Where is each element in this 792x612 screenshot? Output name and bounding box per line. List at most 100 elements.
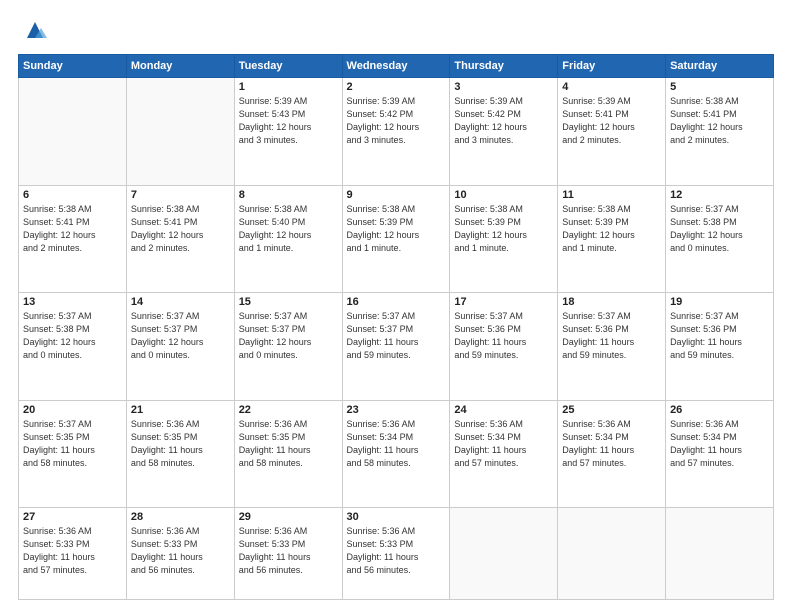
calendar-cell: 29 Sunrise: 5:36 AM Sunset: 5:33 PM Dayli… xyxy=(234,508,342,600)
day-detail: Sunrise: 5:39 AM Sunset: 5:41 PM Dayligh… xyxy=(562,95,661,147)
calendar-cell: 28Sunrise: 5:36 AM Sunset: 5:33 PM Dayli… xyxy=(126,508,234,600)
day-detail: Sunrise: 5:36 AM Sunset: 5:34 PM Dayligh… xyxy=(562,418,661,470)
weekday-header-monday: Monday xyxy=(126,55,234,78)
weekday-header-row: SundayMondayTuesdayWednesdayThursdayFrid… xyxy=(19,55,774,78)
calendar-cell: 23 Sunrise: 5:36 AM Sunset: 5:34 PM Dayli… xyxy=(342,400,450,508)
day-number: 13 xyxy=(23,296,122,308)
calendar-cell: 20 Sunrise: 5:37 AM Sunset: 5:35 PM Dayli… xyxy=(19,400,127,508)
day-detail: Sunrise: 5:37 AM Sunset: 5:36 PM Dayligh… xyxy=(454,310,553,362)
calendar-cell: 25 Sunrise: 5:36 AM Sunset: 5:34 PM Dayli… xyxy=(558,400,666,508)
calendar-cell: 13 Sunrise: 5:37 AM Sunset: 5:38 PM Dayli… xyxy=(19,293,127,401)
day-detail: Sunrise: 5:38 AM Sunset: 5:41 PM Dayligh… xyxy=(23,203,122,255)
day-number: 9 xyxy=(347,189,446,201)
calendar-cell: 11 Sunrise: 5:38 AM Sunset: 5:39 PM Dayli… xyxy=(558,185,666,293)
weekday-header-friday: Friday xyxy=(558,55,666,78)
calendar-cell: 16Sunrise: 5:37 AM Sunset: 5:37 PM Dayli… xyxy=(342,293,450,401)
day-detail: Sunrise: 5:36 AM Sunset: 5:35 PM Dayligh… xyxy=(239,418,338,470)
calendar-cell: 15 Sunrise: 5:37 AM Sunset: 5:37 PM Dayli… xyxy=(234,293,342,401)
calendar-cell: 30 Sunrise: 5:36 AM Sunset: 5:33 PM Dayli… xyxy=(342,508,450,600)
day-number: 23 xyxy=(347,404,446,416)
day-detail: Sunrise: 5:36 AM Sunset: 5:34 PM Dayligh… xyxy=(347,418,446,470)
calendar-cell: 9 Sunrise: 5:38 AM Sunset: 5:39 PM Daylig… xyxy=(342,185,450,293)
calendar-cell xyxy=(666,508,774,600)
day-number: 21 xyxy=(131,404,230,416)
weekday-header-tuesday: Tuesday xyxy=(234,55,342,78)
day-detail: Sunrise: 5:37 AM Sunset: 5:37 PM Dayligh… xyxy=(131,310,230,362)
calendar-table: SundayMondayTuesdayWednesdayThursdayFrid… xyxy=(18,54,774,600)
calendar-cell: 26 Sunrise: 5:36 AM Sunset: 5:34 PM Dayli… xyxy=(666,400,774,508)
day-detail: Sunrise: 5:39 AM Sunset: 5:43 PM Dayligh… xyxy=(239,95,338,147)
weekday-header-saturday: Saturday xyxy=(666,55,774,78)
day-number: 2 xyxy=(347,81,446,93)
calendar-cell: 10 Sunrise: 5:38 AM Sunset: 5:39 PM Dayli… xyxy=(450,185,558,293)
day-number: 20 xyxy=(23,404,122,416)
calendar-cell xyxy=(558,508,666,600)
day-number: 28 xyxy=(131,511,230,523)
calendar-cell: 5Sunrise: 5:38 AM Sunset: 5:41 PM Daylig… xyxy=(666,78,774,186)
calendar-cell: 22 Sunrise: 5:36 AM Sunset: 5:35 PM Dayli… xyxy=(234,400,342,508)
day-detail: Sunrise: 5:36 AM Sunset: 5:33 PM Dayligh… xyxy=(23,525,122,577)
day-number: 3 xyxy=(454,81,553,93)
calendar-cell xyxy=(19,78,127,186)
calendar-cell: 27 Sunrise: 5:36 AM Sunset: 5:33 PM Dayli… xyxy=(19,508,127,600)
day-number: 17 xyxy=(454,296,553,308)
day-number: 12 xyxy=(670,189,769,201)
day-detail: Sunrise: 5:39 AM Sunset: 5:42 PM Dayligh… xyxy=(347,95,446,147)
day-detail: Sunrise: 5:37 AM Sunset: 5:36 PM Dayligh… xyxy=(670,310,769,362)
calendar-cell: 17 Sunrise: 5:37 AM Sunset: 5:36 PM Dayli… xyxy=(450,293,558,401)
day-number: 24 xyxy=(454,404,553,416)
day-detail: Sunrise: 5:38 AM Sunset: 5:40 PM Dayligh… xyxy=(239,203,338,255)
day-detail: Sunrise: 5:37 AM Sunset: 5:37 PM Dayligh… xyxy=(239,310,338,362)
weekday-header-thursday: Thursday xyxy=(450,55,558,78)
day-number: 26 xyxy=(670,404,769,416)
calendar-cell xyxy=(450,508,558,600)
day-number: 25 xyxy=(562,404,661,416)
day-number: 19 xyxy=(670,296,769,308)
day-detail: Sunrise: 5:38 AM Sunset: 5:39 PM Dayligh… xyxy=(454,203,553,255)
day-number: 5 xyxy=(670,81,769,93)
calendar-cell: 18 Sunrise: 5:37 AM Sunset: 5:36 PM Dayli… xyxy=(558,293,666,401)
day-number: 1 xyxy=(239,81,338,93)
day-number: 10 xyxy=(454,189,553,201)
calendar-cell: 19 Sunrise: 5:37 AM Sunset: 5:36 PM Dayli… xyxy=(666,293,774,401)
header xyxy=(18,18,774,44)
day-number: 15 xyxy=(239,296,338,308)
calendar-cell: 6 Sunrise: 5:38 AM Sunset: 5:41 PM Daylig… xyxy=(19,185,127,293)
day-detail: Sunrise: 5:37 AM Sunset: 5:38 PM Dayligh… xyxy=(23,310,122,362)
day-detail: Sunrise: 5:37 AM Sunset: 5:37 PM Dayligh… xyxy=(347,310,446,362)
day-detail: Sunrise: 5:36 AM Sunset: 5:33 PM Dayligh… xyxy=(347,525,446,577)
calendar-cell xyxy=(126,78,234,186)
day-detail: Sunrise: 5:36 AM Sunset: 5:34 PM Dayligh… xyxy=(670,418,769,470)
calendar-cell: 2 Sunrise: 5:39 AM Sunset: 5:42 PM Daylig… xyxy=(342,78,450,186)
calendar-cell: 8Sunrise: 5:38 AM Sunset: 5:40 PM Daylig… xyxy=(234,185,342,293)
day-detail: Sunrise: 5:37 AM Sunset: 5:36 PM Dayligh… xyxy=(562,310,661,362)
weekday-header-sunday: Sunday xyxy=(19,55,127,78)
calendar-cell: 3Sunrise: 5:39 AM Sunset: 5:42 PM Daylig… xyxy=(450,78,558,186)
day-detail: Sunrise: 5:38 AM Sunset: 5:41 PM Dayligh… xyxy=(131,203,230,255)
calendar-cell: 1 Sunrise: 5:39 AM Sunset: 5:43 PM Daylig… xyxy=(234,78,342,186)
day-detail: Sunrise: 5:36 AM Sunset: 5:35 PM Dayligh… xyxy=(131,418,230,470)
day-number: 7 xyxy=(131,189,230,201)
day-number: 6 xyxy=(23,189,122,201)
day-number: 30 xyxy=(347,511,446,523)
weekday-header-wednesday: Wednesday xyxy=(342,55,450,78)
day-detail: Sunrise: 5:36 AM Sunset: 5:34 PM Dayligh… xyxy=(454,418,553,470)
calendar-cell: 7 Sunrise: 5:38 AM Sunset: 5:41 PM Daylig… xyxy=(126,185,234,293)
logo xyxy=(18,18,47,44)
day-number: 14 xyxy=(131,296,230,308)
day-detail: Sunrise: 5:37 AM Sunset: 5:38 PM Dayligh… xyxy=(670,203,769,255)
day-detail: Sunrise: 5:38 AM Sunset: 5:39 PM Dayligh… xyxy=(347,203,446,255)
logo-icon xyxy=(21,18,47,44)
day-number: 27 xyxy=(23,511,122,523)
day-detail: Sunrise: 5:38 AM Sunset: 5:39 PM Dayligh… xyxy=(562,203,661,255)
day-number: 29 xyxy=(239,511,338,523)
calendar-cell: 24 Sunrise: 5:36 AM Sunset: 5:34 PM Dayli… xyxy=(450,400,558,508)
day-number: 11 xyxy=(562,189,661,201)
day-detail: Sunrise: 5:37 AM Sunset: 5:35 PM Dayligh… xyxy=(23,418,122,470)
calendar-cell: 4 Sunrise: 5:39 AM Sunset: 5:41 PM Daylig… xyxy=(558,78,666,186)
page: SundayMondayTuesdayWednesdayThursdayFrid… xyxy=(0,0,792,612)
day-number: 22 xyxy=(239,404,338,416)
day-number: 18 xyxy=(562,296,661,308)
day-detail: Sunrise: 5:36 AM Sunset: 5:33 PM Dayligh… xyxy=(239,525,338,577)
day-number: 4 xyxy=(562,81,661,93)
